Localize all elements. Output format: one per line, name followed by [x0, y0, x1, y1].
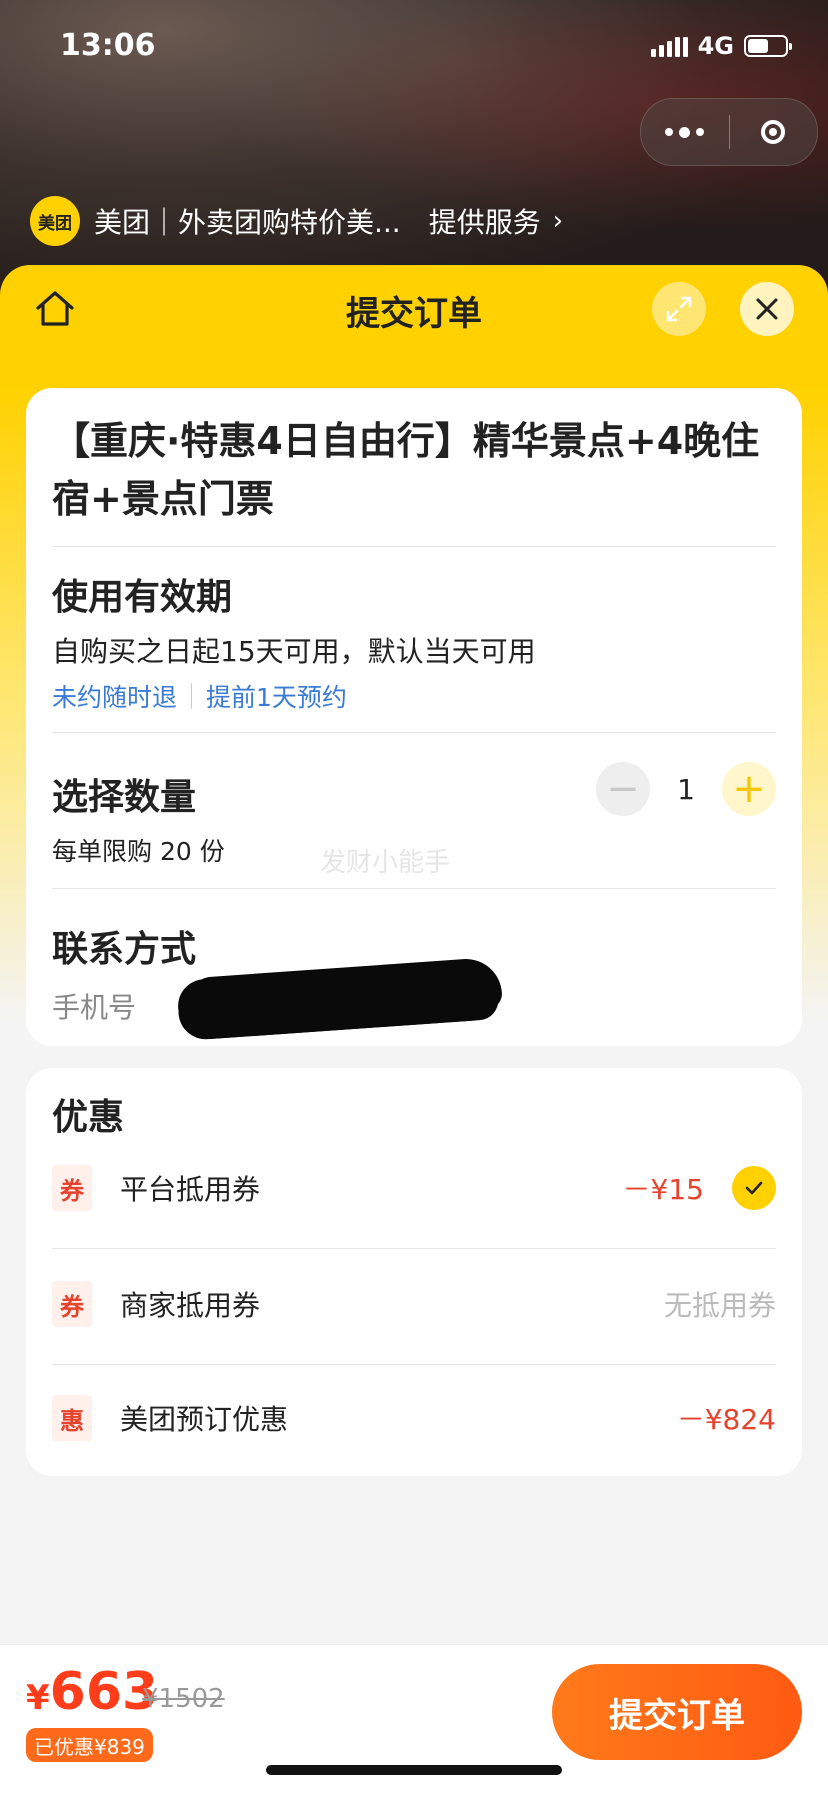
- divider: [52, 888, 776, 889]
- redacted-phone-number[interactable]: [176, 958, 500, 1042]
- booking-discount-row: 惠 美团预订优惠 －¥824: [52, 1388, 776, 1448]
- status-icons: 4G: [650, 32, 792, 60]
- discount-card: 优惠 券 平台抵用券 －¥15 券 商家抵用券 无抵用券 惠 美团预订优惠 －¥…: [26, 1068, 802, 1476]
- saved-badge: 已优惠¥839: [26, 1728, 153, 1762]
- exit-miniprogram-icon[interactable]: [730, 120, 818, 144]
- coupon-value: 无抵用券: [663, 1289, 776, 1322]
- refund-tag: 未约随时退: [52, 683, 178, 712]
- home-indicator[interactable]: [266, 1765, 562, 1775]
- chevron-right-icon: ›: [552, 206, 564, 236]
- quantity-value: 1: [677, 772, 695, 806]
- coupon-tag-icon: 券: [52, 1281, 92, 1327]
- order-info-card: 【重庆·特惠4日自由行】精华景点+4晚住宿+景点门票 使用有效期 自购买之日起1…: [26, 388, 802, 1046]
- total-price: ¥ 663: [26, 1662, 158, 1722]
- divider: [52, 1248, 776, 1249]
- discount-label: 美团预订优惠: [120, 1403, 289, 1436]
- coupon-label: 平台抵用券: [120, 1173, 261, 1206]
- divider: [52, 1364, 776, 1365]
- more-icon[interactable]: [641, 126, 729, 138]
- meituan-logo: 美团: [30, 196, 80, 246]
- quantity-heading: 选择数量: [52, 777, 197, 818]
- watermark: 发财小能手: [320, 848, 451, 878]
- merchant-coupon-row[interactable]: 券 商家抵用券 无抵用券: [52, 1274, 776, 1334]
- reservation-tag: 提前1天预约: [206, 683, 347, 712]
- divider: [52, 546, 776, 547]
- discount-heading: 优惠: [52, 1097, 125, 1138]
- provider-bar[interactable]: 美团 美团｜外卖团购特价美... 提供服务 ›: [30, 196, 563, 246]
- validity-tags: 未约随时退 提前1天预约: [52, 678, 347, 714]
- battery-icon: [744, 35, 792, 57]
- discount-value: －¥824: [676, 1403, 776, 1436]
- coupon-value: －¥15: [622, 1173, 704, 1206]
- phone-label: 手机号: [52, 991, 137, 1024]
- purchase-limit: 每单限购 20 份: [52, 837, 225, 866]
- expand-icon[interactable]: [652, 282, 706, 336]
- checkmark-icon[interactable]: [732, 1166, 776, 1210]
- network-type: 4G: [697, 32, 734, 60]
- validity-desc: 自购买之日起15天可用，默认当天可用: [52, 635, 536, 668]
- platform-coupon-row[interactable]: 券 平台抵用券 －¥15: [52, 1158, 776, 1218]
- contact-heading: 联系方式: [52, 929, 197, 970]
- provider-service-link[interactable]: 提供服务: [429, 201, 541, 241]
- validity-heading: 使用有效期: [52, 577, 233, 618]
- close-icon[interactable]: [740, 282, 794, 336]
- original-price: ¥1502: [142, 1684, 225, 1714]
- increase-button[interactable]: +: [722, 762, 776, 816]
- decrease-button[interactable]: −: [596, 762, 650, 816]
- discount-tag-icon: 惠: [52, 1395, 92, 1441]
- product-title: 【重庆·特惠4日自由行】精华景点+4晚住宿+景点门票: [52, 419, 760, 521]
- divider: [52, 732, 776, 733]
- currency-symbol: ¥: [26, 1678, 50, 1718]
- submit-order-button[interactable]: 提交订单: [552, 1664, 802, 1760]
- miniprogram-capsule: [640, 98, 818, 166]
- coupon-label: 商家抵用券: [120, 1289, 261, 1322]
- provider-name: 美团｜外卖团购特价美...: [94, 206, 401, 239]
- coupon-tag-icon: 券: [52, 1165, 92, 1211]
- signal-icon: [650, 35, 688, 57]
- quantity-stepper: − 1 +: [596, 762, 776, 816]
- status-time: 13:06: [60, 28, 156, 63]
